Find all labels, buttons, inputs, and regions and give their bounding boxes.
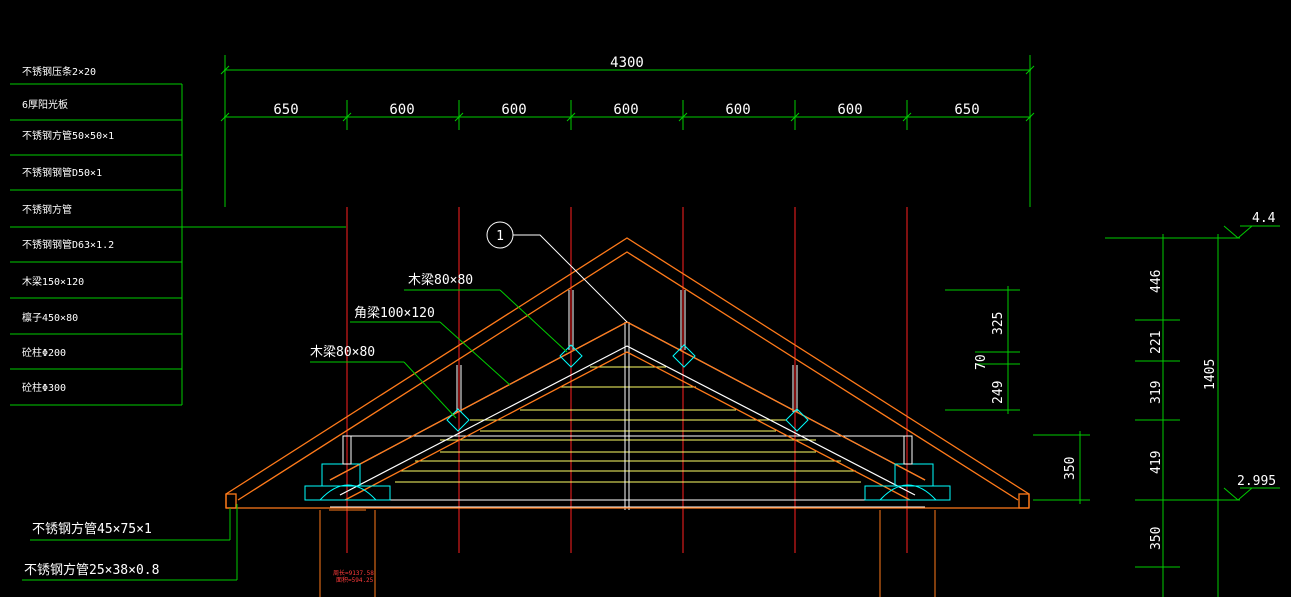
segment-dimension: 600 — [501, 102, 526, 118]
legend-item: 不锈钢钢管D63×1.2 — [22, 238, 114, 251]
dimension-350-low: 350 — [1149, 527, 1164, 550]
dimension-446: 446 — [1149, 270, 1164, 293]
top-dimension-chain — [220, 55, 1035, 207]
roof-outline — [225, 237, 1030, 509]
dimension-350: 350 — [1063, 457, 1078, 480]
segment-dimension: 600 — [613, 102, 638, 118]
legend-item: 木梁150×120 — [22, 275, 84, 288]
dimension-221: 221 — [1149, 331, 1164, 354]
legend-item: 6厚阳光板 — [22, 98, 68, 111]
dimension-319: 319 — [1149, 381, 1164, 404]
overall-dimension: 4300 — [610, 55, 644, 71]
roof-section-drawing: 不锈钢压条2×20 6厚阳光板 不锈钢方管50×50×1 不锈钢钢管D50×1 … — [10, 55, 1280, 597]
dimension-249: 249 — [991, 381, 1006, 404]
area-note: 面积=594.25 — [336, 576, 374, 584]
detail-marker: 1 — [486, 221, 628, 323]
corner-beam-label: 角梁100×120 — [354, 306, 435, 321]
dimension-419: 419 — [1149, 451, 1164, 474]
segment-dimension: 650 — [273, 102, 298, 118]
dimension-1405: 1405 — [1203, 359, 1218, 390]
legend-item: 不锈钢钢管D50×1 — [22, 166, 102, 179]
tube-label: 不锈钢方管25×38×0.8 — [24, 562, 159, 578]
beam-blocks — [304, 344, 951, 501]
segment-dimension: 600 — [725, 102, 750, 118]
segment-dimension: 600 — [837, 102, 862, 118]
area-note: 周长=9137.58 — [333, 569, 374, 577]
legend-item: 檩子450×80 — [22, 311, 78, 324]
elevation-eave: 2.995 — [1237, 474, 1276, 489]
columns — [319, 509, 936, 597]
segment-dimension: 600 — [389, 102, 414, 118]
legend-item: 不锈钢方管50×50×1 — [22, 129, 114, 142]
legend-item: 砼柱Φ300 — [22, 381, 66, 394]
dimension-70: 70 — [974, 354, 989, 370]
dimension-325: 325 — [991, 312, 1006, 335]
corner-beam — [329, 321, 926, 496]
tube-label: 不锈钢方管45×75×1 — [32, 521, 152, 537]
legend-item: 不锈钢压条2×20 — [22, 65, 96, 78]
legend-item: 不锈钢方管 — [22, 203, 72, 216]
detail-number: 1 — [496, 229, 504, 244]
beam-label: 木梁80×80 — [310, 345, 375, 360]
elevation-top: 4.4 — [1252, 211, 1276, 226]
right-dimensions — [945, 225, 1280, 597]
legend-item: 砼柱Φ200 — [22, 346, 66, 359]
segment-dimension: 650 — [954, 102, 979, 118]
beam-label: 木梁80×80 — [408, 273, 473, 288]
grid-axis-lines — [346, 207, 908, 553]
